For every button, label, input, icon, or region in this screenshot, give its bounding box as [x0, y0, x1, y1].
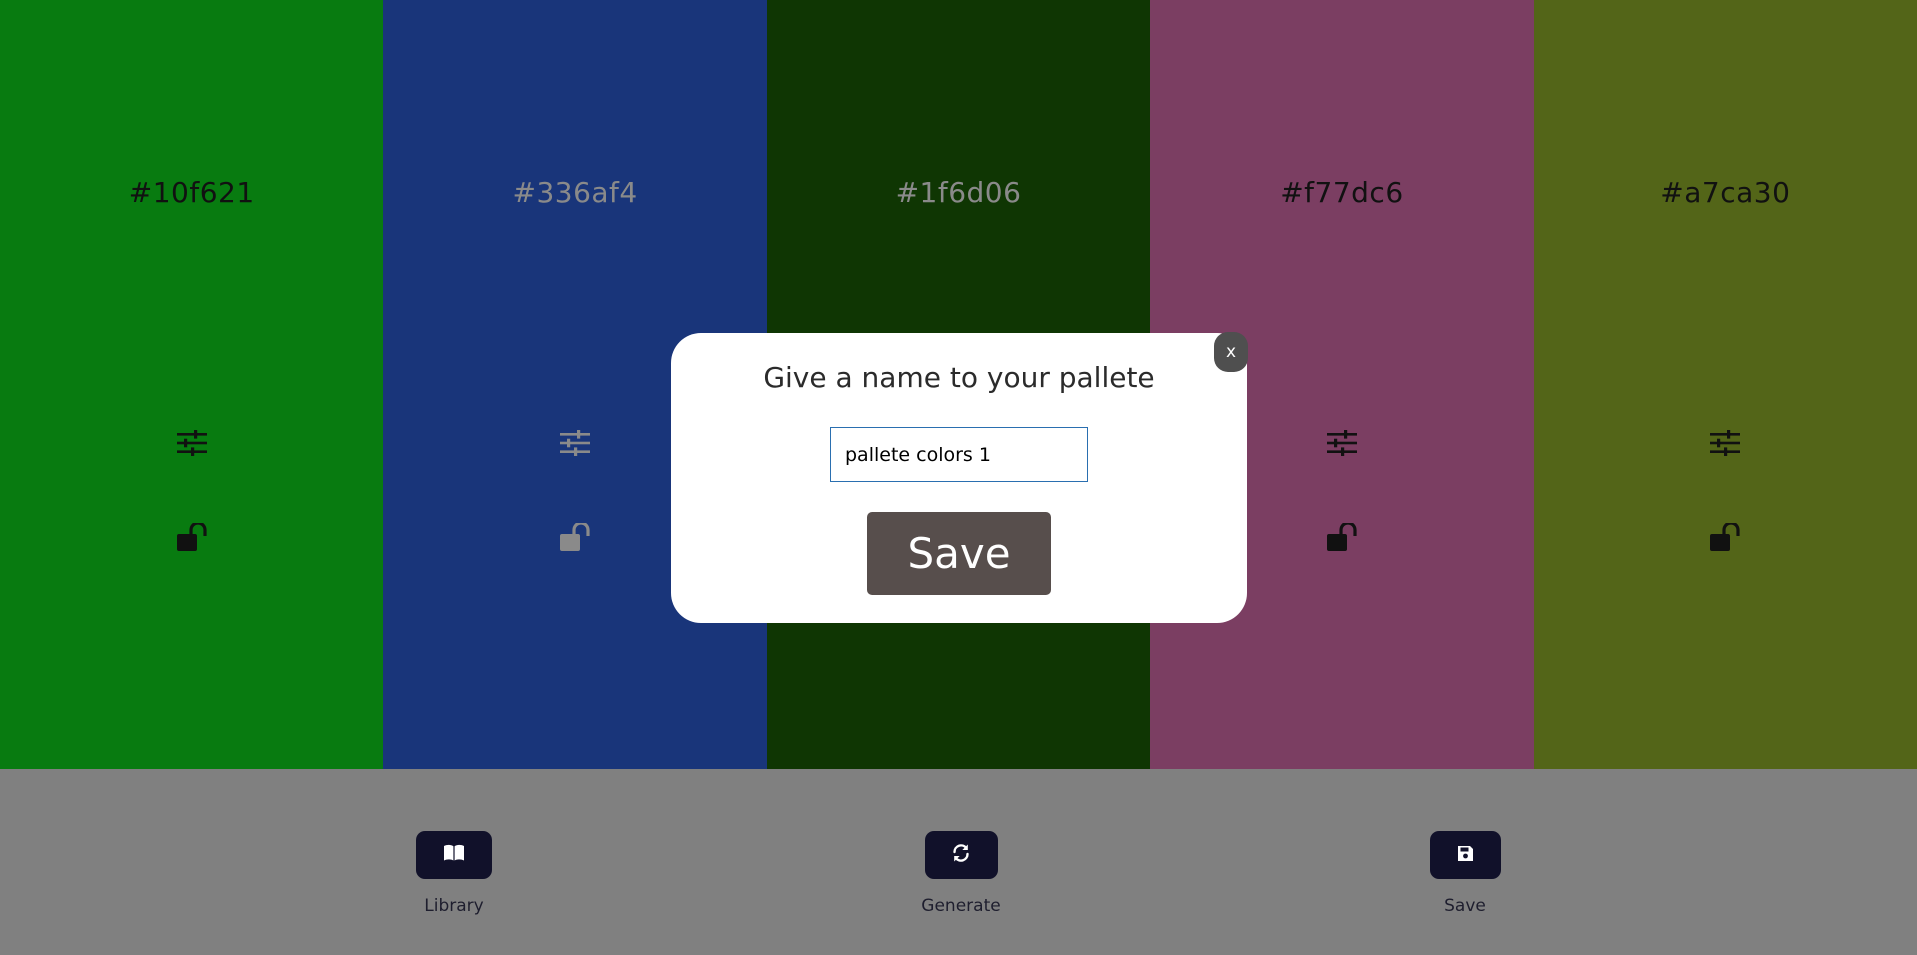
palette-name-input[interactable] — [830, 427, 1088, 482]
palette-app: #10f621 #336af4 #1f6d06 #f77dc6 #a7ca30 — [0, 0, 1917, 955]
save-palette-modal: Give a name to your pallete x Save — [671, 332, 1248, 623]
save-button[interactable]: Save — [867, 512, 1051, 595]
modal-title: Give a name to your pallete — [763, 361, 1155, 394]
modal-overlay: Give a name to your pallete x Save — [0, 0, 1917, 955]
close-button[interactable]: x — [1214, 332, 1248, 372]
